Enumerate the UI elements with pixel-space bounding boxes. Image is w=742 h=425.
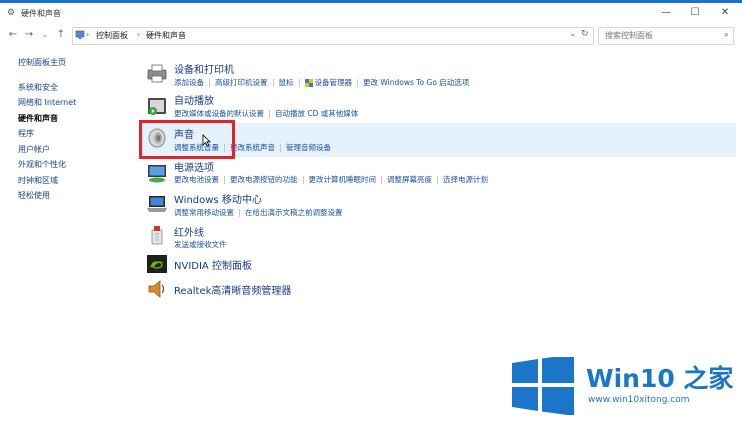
- sidebar-item-hardware-sound: 硬件和声音: [18, 113, 58, 123]
- sidebar-item-clock-region[interactable]: 时钟和区域: [18, 173, 128, 189]
- category-mobility-center: Windows 移动中心 调整常用移动设置 在给出演示文稿之前调整设置: [140, 189, 736, 222]
- breadcrumb-separator-icon: ›: [86, 30, 90, 39]
- link-presentation-settings[interactable]: 在给出演示文稿之前调整设置: [245, 207, 343, 218]
- link-add-device[interactable]: 添加设备: [174, 77, 204, 88]
- link-power-button-function[interactable]: 更改电源按钮的功能: [230, 174, 298, 185]
- address-bar[interactable]: › 控制面板 › 硬件和声音 ⌄ ↻: [72, 27, 594, 45]
- window-title: 硬件和声音: [21, 8, 61, 18]
- search-input[interactable]: [603, 30, 717, 41]
- control-panel-icon: ⚙: [7, 8, 16, 18]
- mobility-center-icon: [147, 196, 167, 212]
- minimize-button[interactable]: —: [651, 3, 681, 23]
- search-icon[interactable]: ⌕: [724, 30, 729, 40]
- control-panel-window: ⚙ 硬件和声音 — ☐ ✕ ← → ⌄ ↑ › 控制面板 › 硬件和声音 ⌄ ↻…: [0, 3, 742, 425]
- watermark-url-text: www.win10xitong.com: [588, 395, 690, 405]
- breadcrumb-control-panel[interactable]: 控制面板: [96, 30, 128, 41]
- mouse-cursor-icon: [202, 134, 211, 147]
- infrared-icon: [151, 226, 163, 245]
- link-mouse[interactable]: 鼠标: [279, 77, 294, 88]
- up-arrow-icon[interactable]: ↑: [54, 28, 68, 42]
- category-devices-printers: 设备和打印机 添加设备 高级打印机设置 鼠标 设备管理器 更改 Windows To G…: [140, 57, 736, 91]
- link-send-receive-files[interactable]: 发送或接收文件: [174, 239, 227, 250]
- category-title-realtek[interactable]: Realtek高清晰音频管理器: [174, 282, 291, 297]
- back-arrow-icon[interactable]: ←: [6, 28, 20, 42]
- annotation-highlight-box: [139, 120, 235, 159]
- sidebar-item-home[interactable]: 控制面板主页: [18, 55, 128, 71]
- link-adjust-brightness[interactable]: 调整屏幕亮度: [387, 174, 432, 185]
- link-change-system-sounds[interactable]: 更改系统声音: [230, 142, 275, 153]
- nvidia-icon: [147, 255, 167, 273]
- link-change-media-defaults[interactable]: 更改媒体或设备的默认设置: [174, 108, 264, 119]
- category-autoplay: 自动播放 更改媒体或设备的默认设置 自动播放 CD 或其他媒体: [140, 91, 736, 120]
- breadcrumb-hardware-sound[interactable]: 硬件和声音: [146, 30, 186, 41]
- sidebar-item-user-accounts[interactable]: 用户帐户: [18, 142, 128, 158]
- link-autoplay-cd[interactable]: 自动播放 CD 或其他媒体: [275, 108, 358, 119]
- link-change-battery-settings[interactable]: 更改电池设置: [174, 174, 219, 185]
- maximize-button[interactable]: ☐: [680, 3, 710, 23]
- title-bar: ⚙ 硬件和声音: [0, 3, 742, 23]
- category-title-infrared[interactable]: 红外线: [174, 224, 204, 239]
- category-nvidia: NVIDIA 控制面板: [140, 253, 736, 275]
- sidebar-item-appearance[interactable]: 外观和个性化: [18, 157, 128, 173]
- recent-locations-chevron-icon[interactable]: ⌄: [38, 28, 52, 42]
- sidebar: 控制面板主页 系统和安全 网络和 Internet 硬件和声音 程序 用户帐户 …: [18, 55, 128, 204]
- search-box[interactable]: ⌕: [598, 27, 734, 45]
- address-row: ← → ⌄ ↑ › 控制面板 › 硬件和声音 ⌄ ↻ ⌕: [0, 25, 742, 47]
- refresh-icon[interactable]: ↻: [581, 29, 589, 39]
- link-choose-power-plan[interactable]: 选择电源计划: [443, 174, 488, 185]
- link-change-sleep-time[interactable]: 更改计算机睡眠时间: [309, 174, 377, 185]
- watermark-logo: Win10 之家 www.win10xitong.com: [508, 353, 733, 415]
- category-power-options: 电源选项 更改电池设置 更改电源按钮的功能 更改计算机睡眠时间 调整屏幕亮度 选择电源计…: [140, 157, 736, 189]
- category-title-devices-printers[interactable]: 设备和打印机: [174, 61, 234, 76]
- link-advanced-printer-setup[interactable]: 高级打印机设置: [215, 77, 268, 88]
- category-infrared: 红外线 发送或接收文件: [140, 222, 736, 252]
- sidebar-item-ease-of-access[interactable]: 轻松使用: [18, 188, 128, 204]
- autoplay-icon: [148, 98, 166, 115]
- forward-arrow-icon[interactable]: →: [22, 28, 36, 42]
- category-title-power-options[interactable]: 电源选项: [174, 159, 214, 174]
- printer-icon: [147, 64, 167, 83]
- sidebar-item-network[interactable]: 网络和 Internet: [18, 95, 128, 111]
- link-common-mobility-settings[interactable]: 调整常用移动设置: [174, 207, 234, 218]
- sidebar-item-programs[interactable]: 程序: [18, 126, 128, 142]
- windows-logo-icon: [512, 357, 574, 415]
- category-title-mobility-center[interactable]: Windows 移动中心: [174, 191, 262, 206]
- computer-icon: [75, 30, 85, 39]
- watermark-brand-text: Win10 之家: [586, 364, 734, 393]
- power-options-icon: [148, 165, 166, 183]
- dropdown-chevron-icon[interactable]: ⌄: [569, 29, 577, 39]
- sidebar-item-system-security[interactable]: 系统和安全: [18, 80, 128, 96]
- category-title-nvidia[interactable]: NVIDIA 控制面板: [174, 257, 252, 272]
- category-realtek: Realtek高清晰音频管理器: [140, 278, 736, 300]
- link-windows-to-go[interactable]: 更改 Windows To Go 启动选项: [363, 77, 469, 88]
- link-manage-audio-devices[interactable]: 管理音频设备: [286, 142, 331, 153]
- category-title-autoplay[interactable]: 自动播放: [174, 92, 214, 107]
- realtek-speaker-icon: [148, 280, 165, 298]
- close-button[interactable]: ✕: [710, 3, 740, 23]
- breadcrumb-separator-icon: ›: [137, 30, 141, 39]
- uac-shield-icon: [304, 79, 313, 87]
- link-device-manager[interactable]: 设备管理器: [315, 77, 353, 88]
